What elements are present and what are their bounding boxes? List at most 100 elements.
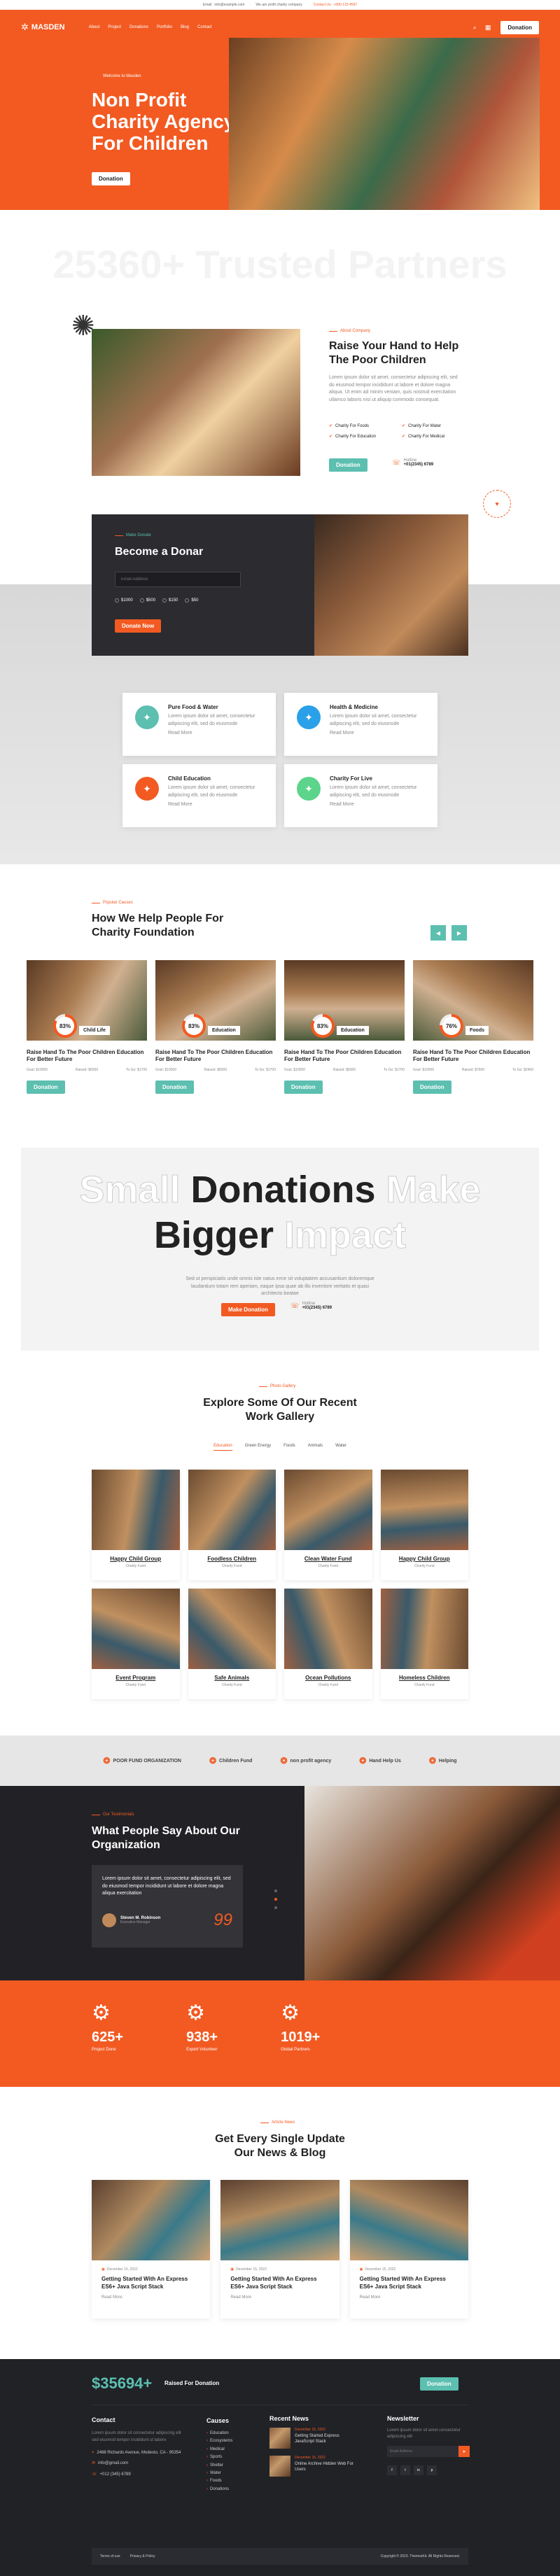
footer-cause-link[interactable]: › Water [206, 2470, 232, 2477]
partner-logo[interactable]: ❂ Children Fund [209, 1756, 253, 1766]
gallery-item[interactable]: Safe Animals Charity Fund [188, 1589, 276, 1699]
testimonial-dots[interactable] [274, 1889, 277, 1909]
footer-raised: $35694+ [92, 2374, 153, 2392]
service-card: ✦ Charity For Live Lorem ipsum dolor sit a… [284, 764, 438, 827]
big-body: Sed ut perspiciatis unde omnis iste natu… [186, 1276, 374, 1296]
privacy-link[interactable]: Privacy & Policy [130, 2554, 155, 2559]
cause-image: Child Life 83% [27, 960, 147, 1041]
gallery-tab[interactable]: Foods [284, 1444, 295, 1451]
grid-menu-icon[interactable]: ▦ [485, 24, 491, 31]
read-more-link[interactable]: Read More [360, 2295, 458, 2300]
news-title[interactable]: Getting Started With An Express ES6+ Jav… [360, 2276, 458, 2291]
stat-item: ⚙ 625+ Project Done [92, 2001, 123, 2066]
newsletter-email-input[interactable] [387, 2446, 458, 2457]
hero-image [229, 38, 540, 210]
news-title[interactable]: Getting Started With An Express ES6+ Jav… [230, 2276, 329, 2291]
footer-cause-link[interactable]: › Donations [206, 2486, 232, 2493]
nav-item[interactable]: Contact [197, 25, 212, 29]
topbar-email[interactable]: Email : info@example.com [203, 3, 245, 7]
causes-prev-button[interactable]: ◀ [430, 925, 446, 941]
about-tag: About Company [329, 329, 370, 333]
arrow-icon: › [206, 2447, 208, 2451]
footer-cause-link[interactable]: › Shelter [206, 2462, 232, 2470]
cause-donation-button[interactable]: Donation [155, 1080, 194, 1094]
social-icon[interactable]: f [387, 2465, 397, 2475]
gallery-tab[interactable]: Green Energy [245, 1444, 271, 1451]
gallery-item[interactable]: Happy Child Group Charity Fund [92, 1470, 180, 1580]
gallery-item[interactable]: Foodless Children Charity Fund [188, 1470, 276, 1580]
amount-option[interactable]: $50 [185, 598, 198, 603]
gallery-item[interactable]: Homeless Children Charity Fund [380, 1589, 468, 1699]
gallery-tab[interactable]: Animals [308, 1444, 323, 1451]
footer-cause-link[interactable]: › Medical [206, 2446, 232, 2454]
nav-donation-button[interactable]: Donation [500, 20, 539, 34]
read-more-link[interactable]: Read More [330, 730, 428, 738]
cause-progress-circle: 83% [182, 1014, 206, 1038]
partner-logo-icon: ❂ [209, 1756, 217, 1766]
nav-item[interactable]: About [89, 25, 100, 29]
gallery-tab[interactable]: Water [335, 1444, 346, 1451]
nav-item[interactable]: Portfolio [157, 25, 172, 29]
cause-donation-button[interactable]: Donation [413, 1080, 451, 1094]
gallery-tab[interactable]: Education [214, 1444, 232, 1451]
footer-cause-link[interactable]: › Ecosystems [206, 2437, 232, 2445]
footer-donation-button[interactable]: Donation [420, 2377, 458, 2391]
gallery-item[interactable]: Clean Water Fund Charity Fund [284, 1470, 372, 1580]
read-more-link[interactable]: Read More [230, 2295, 329, 2300]
cause-badge: Child Life [79, 1026, 110, 1035]
cause-title[interactable]: Raise Hand To The Poor Children Educatio… [284, 1049, 405, 1064]
cause-title[interactable]: Raise Hand To The Poor Children Educatio… [155, 1049, 276, 1064]
logo-text[interactable]: MASDEN [31, 23, 65, 31]
nav-item[interactable]: Project [108, 25, 121, 29]
about-donation-button[interactable]: Donation [329, 458, 368, 472]
cause-goal: Goal: $10000 [413, 1067, 435, 1072]
hero-donation-button[interactable]: Donation [92, 172, 130, 185]
read-more-link[interactable]: Read More [168, 801, 266, 809]
gallery-item[interactable]: Ocean Pollutions Charity Fund [284, 1589, 372, 1699]
donor-submit-button[interactable]: Donate Now [115, 619, 162, 633]
gallery-item[interactable]: Happy Child Group Charity Fund [380, 1470, 468, 1580]
partner-logo[interactable]: ❂ POOR FUND ORGANIZATION [103, 1756, 181, 1766]
cause-progress-circle: 83% [53, 1014, 77, 1038]
service-body: Lorem ipsum dolor sit amet, consectetur … [330, 785, 417, 798]
cause-card: Education 83% Raise Hand To The Poor Child… [155, 960, 276, 1114]
big-line-2: Bigger Impact [153, 1214, 407, 1257]
stat-label: Project Done [92, 2048, 116, 2052]
topbar-contact[interactable]: Contact Us : +000 123 4567 [314, 3, 357, 7]
terms-link[interactable]: Terms of use [100, 2554, 120, 2559]
cause-title[interactable]: Raise Hand To The Poor Children Educatio… [27, 1049, 147, 1064]
footer-cause-link[interactable]: › Foods [206, 2477, 232, 2485]
gallery-tag: Photo Gallery [259, 1384, 295, 1388]
amount-option[interactable]: $150 [162, 598, 178, 603]
read-more-link[interactable]: Read More [330, 801, 428, 809]
social-icon[interactable]: p [427, 2465, 437, 2475]
partner-logo[interactable]: ❂ Helping [429, 1756, 457, 1766]
social-icon[interactable]: in [414, 2465, 424, 2475]
search-icon[interactable]: ⌕ [473, 24, 477, 31]
footer-news-item[interactable]: December 15, 2022 Online Archive Hidden W… [270, 2456, 354, 2477]
nav-item[interactable]: Donations [130, 25, 148, 29]
service-body: Lorem ipsum dolor sit amet, consectetur … [168, 785, 255, 798]
news-title[interactable]: Getting Started With An Express ES6+ Jav… [102, 2276, 200, 2291]
cause-donation-button[interactable]: Donation [27, 1080, 65, 1094]
amount-option[interactable]: $1000 [115, 598, 133, 603]
gallery-item[interactable]: Event Program Charity Fund [92, 1589, 180, 1699]
cause-title[interactable]: Raise Hand To The Poor Children Educatio… [413, 1049, 533, 1064]
causes-next-button[interactable]: ▶ [451, 925, 467, 941]
partner-logo[interactable]: ❂ Hand Help Us [359, 1756, 401, 1766]
big-donation-button[interactable]: Make Donation [221, 1303, 275, 1316]
partner-logo[interactable]: ❂ non profit agency [280, 1756, 331, 1766]
social-icon[interactable]: t [400, 2465, 410, 2475]
cause-donation-button[interactable]: Donation [284, 1080, 323, 1094]
donor-email-input[interactable] [115, 572, 241, 587]
news-card: ▣ December 15, 2022 Getting Started With A… [349, 2180, 468, 2318]
send-icon[interactable]: ➤ [458, 2446, 470, 2457]
cause-progress-circle: 76% [440, 1014, 463, 1038]
footer-cause-link[interactable]: › Sports [206, 2454, 232, 2461]
nav-item[interactable]: Blog [181, 25, 189, 29]
amount-option[interactable]: $500 [139, 598, 155, 603]
footer-cause-link[interactable]: › Education [206, 2430, 232, 2437]
read-more-link[interactable]: Read More [102, 2295, 200, 2300]
footer-news-item[interactable]: December 15, 2022 Getting Started Express… [270, 2428, 354, 2449]
read-more-link[interactable]: Read More [168, 730, 266, 738]
